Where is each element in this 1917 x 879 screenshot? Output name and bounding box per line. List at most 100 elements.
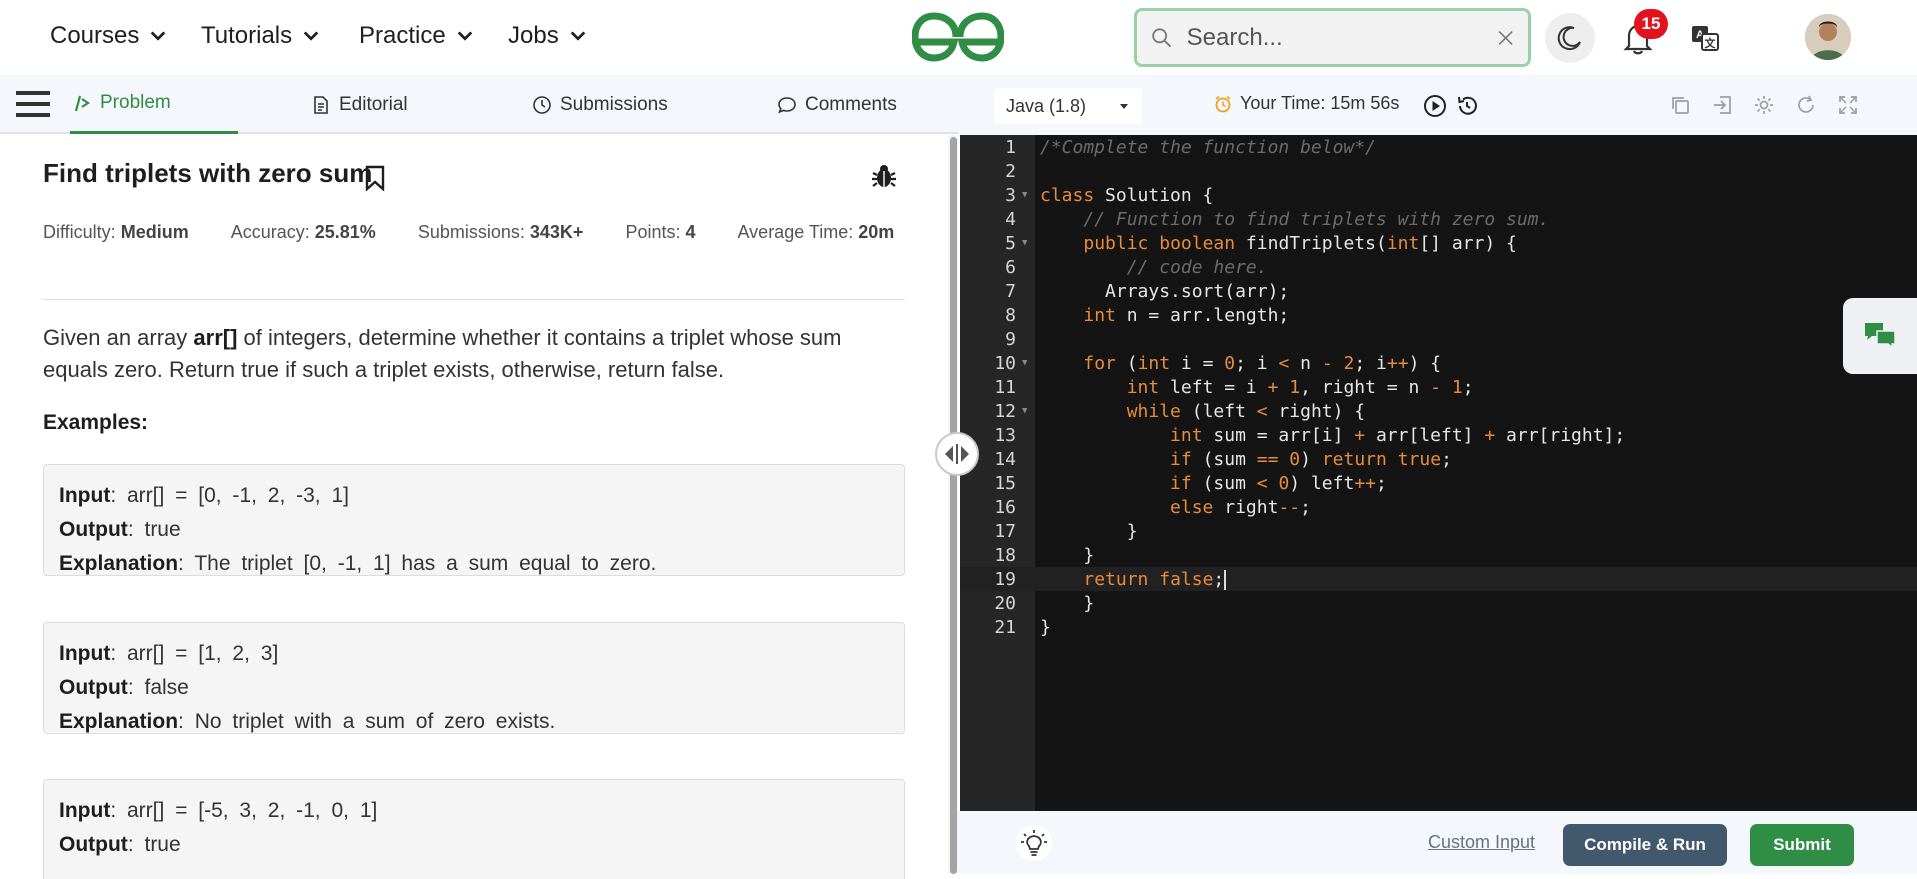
fold-arrow-icon[interactable]: ▼ <box>1016 238 1034 248</box>
line-number: 3 <box>1005 184 1016 206</box>
hint-button[interactable] <box>1016 825 1052 861</box>
language-select[interactable]: Java (1.8) <box>994 88 1142 124</box>
output-value: false <box>144 676 189 699</box>
code-line: 7 Arrays.sort(arr); <box>960 279 1917 303</box>
svg-text:文: 文 <box>1705 36 1717 50</box>
reset-icon[interactable] <box>1795 94 1817 116</box>
search-input[interactable] <box>1186 23 1497 52</box>
nav-jobs[interactable]: Jobs <box>508 22 587 50</box>
language-select-value: Java (1.8) <box>1006 95 1087 116</box>
code-text: // Function to find triplets with zero s… <box>1083 208 1550 230</box>
tab-comments-label: Comments <box>805 93 897 115</box>
fold-arrow-icon[interactable]: ▼ <box>1016 358 1034 368</box>
code-line: 13 int sum = arr[i] + arr[left] + arr[ri… <box>960 423 1917 447</box>
example-box-2: Input: arr[] = [1, 2, 3] Output: false E… <box>43 622 905 734</box>
clock-icon <box>533 95 551 114</box>
resize-arrows-icon <box>945 444 969 464</box>
language-translate-button[interactable]: A 文 <box>1681 14 1729 62</box>
fold-arrow-icon[interactable]: ▼ <box>1016 190 1034 200</box>
compile-and-run-button[interactable]: Compile & Run <box>1563 824 1727 866</box>
code-line: 2 <box>960 159 1917 183</box>
code-text: if (sum < 0) left++; <box>1170 472 1387 494</box>
desc-text: Given an array <box>43 325 194 350</box>
code-text: while (left < right) { <box>1126 400 1366 422</box>
chat-support-button[interactable] <box>1843 298 1917 374</box>
hamburger-menu-icon[interactable] <box>16 89 50 119</box>
dark-mode-toggle[interactable] <box>1545 13 1595 63</box>
submit-button[interactable]: Submit <box>1750 824 1854 866</box>
line-number: 21 <box>994 616 1016 638</box>
output-label: Output <box>59 833 128 856</box>
example-explanation: Explanation: No triplet with a sum of ze… <box>59 710 556 733</box>
caret-down-icon <box>1120 104 1128 109</box>
example-input: Input: arr[] = [1, 2, 3] <box>59 642 279 665</box>
chat-bubbles-icon <box>1865 323 1896 350</box>
code-text: if (sum == 0) return true; <box>1170 448 1452 470</box>
examples-heading: Examples: <box>43 411 149 434</box>
code-text: int left = i + 1, right = n - 1; <box>1126 376 1474 398</box>
code-slash-icon <box>74 95 90 112</box>
bookmark-icon[interactable] <box>364 165 386 191</box>
scrollbar-thumb[interactable] <box>950 137 957 874</box>
input-label: Input <box>59 799 111 822</box>
example-box-1: Input: arr[] = [0, -1, 2, -3, 1] Output:… <box>43 464 905 576</box>
line-number: 2 <box>1005 160 1016 182</box>
meta-points: Points: 4 <box>625 215 695 249</box>
chevron-down-icon <box>151 31 166 41</box>
line-number: 8 <box>1005 304 1016 326</box>
play-icon[interactable] <box>1423 94 1447 118</box>
tab-submissions[interactable]: Submissions <box>532 75 668 134</box>
import-icon[interactable] <box>1711 94 1733 116</box>
document-icon <box>314 95 328 114</box>
code-line: 11 int left = i + 1, right = n - 1; <box>960 375 1917 399</box>
settings-gear-icon[interactable] <box>1753 94 1775 116</box>
tab-problem[interactable]: Problem <box>70 75 238 134</box>
user-avatar-icon <box>1805 14 1851 60</box>
close-icon[interactable] <box>1497 26 1514 50</box>
input-value: arr[] = [1, 2, 3] <box>126 642 279 665</box>
meta-value: 20m <box>858 222 895 242</box>
history-icon[interactable] <box>1455 94 1479 118</box>
meta-value: Medium <box>120 222 189 242</box>
fullscreen-icon[interactable] <box>1837 94 1859 116</box>
code-line: 12 ▼ while (left < right) { <box>960 399 1917 423</box>
line-number: 7 <box>1005 280 1016 302</box>
meta-difficulty: Difficulty: Medium <box>43 215 189 249</box>
nav-courses[interactable]: Courses <box>50 22 167 50</box>
nav-tutorials[interactable]: Tutorials <box>201 22 320 50</box>
timer: Your Time: 15m 56s <box>1214 93 1399 114</box>
nav-practice[interactable]: Practice <box>359 22 474 50</box>
line-number: 15 <box>994 472 1016 494</box>
code-text: for (int i = 0; i < n - 2; i++) { <box>1083 352 1442 374</box>
geeksforgeeks-logo-icon[interactable] <box>912 12 1004 62</box>
input-label: Input <box>59 484 111 507</box>
code-editor[interactable]: 1/*Complete the function below*/ 2 3 ▼ cla… <box>960 135 1917 811</box>
meta-submissions: Submissions: 343K+ <box>418 215 584 249</box>
input-value: arr[] = [-5, 3, 2, -1, 0, 1] <box>126 799 378 822</box>
bug-report-icon[interactable] <box>870 162 898 190</box>
tab-comments[interactable]: Comments <box>777 75 897 134</box>
fold-arrow-icon[interactable]: ▼ <box>1016 406 1034 416</box>
search-box[interactable] <box>1134 8 1531 67</box>
code-line: 15 if (sum < 0) left++; <box>960 471 1917 495</box>
code-text: return false; <box>1083 568 1227 590</box>
code-line: 21} <box>960 615 1917 639</box>
custom-input-link[interactable]: Custom Input <box>1428 832 1535 853</box>
example-input: Input: arr[] = [-5, 3, 2, -1, 0, 1] <box>59 799 378 822</box>
code-line: 10 ▼ for (int i = 0; i < n - 2; i++) { <box>960 351 1917 375</box>
code-line: 1 /*Complete the function below*/ <box>960 135 1917 159</box>
meta-label: Accuracy: <box>230 222 310 242</box>
panel-resize-handle[interactable] <box>935 432 979 476</box>
line-number: 4 <box>1005 208 1016 230</box>
tab-editorial[interactable]: Editorial <box>311 75 408 134</box>
line-number: 9 <box>1005 328 1016 350</box>
code-text: } <box>1040 544 1095 566</box>
meta-value: 343K+ <box>529 222 584 242</box>
code-text: /*Complete the function below*/ <box>1040 136 1376 158</box>
code-text: } <box>1040 592 1095 614</box>
user-avatar[interactable] <box>1805 14 1851 60</box>
copy-icon[interactable] <box>1669 94 1691 116</box>
output-label: Output <box>59 518 128 541</box>
problem-panel: Problem Editorial Submissions Comments F… <box>0 75 958 879</box>
code-line: 17 } <box>960 519 1917 543</box>
